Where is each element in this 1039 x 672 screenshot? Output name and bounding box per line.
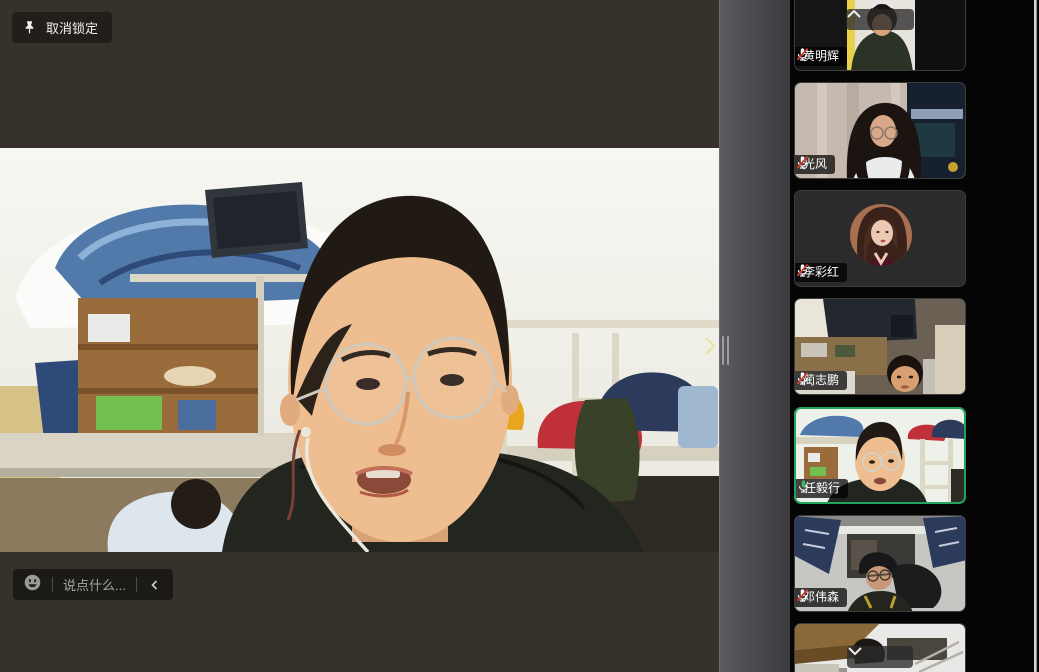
participants-sidebar: 黄明辉: [790, 0, 1039, 672]
chat-input-placeholder[interactable]: 说点什么...: [63, 575, 126, 594]
chat-divider: [136, 577, 137, 592]
participant-tile-active-speaker[interactable]: 任毅行: [794, 407, 966, 504]
participant-tile[interactable]: 光风: [794, 82, 966, 179]
splitter-grip-line[interactable]: [727, 336, 729, 365]
cancel-lock-label: 取消锁定: [46, 18, 98, 37]
scroll-up-button[interactable]: [846, 9, 914, 30]
participant-name-tag: 邓伟森: [795, 588, 847, 607]
chevron-left-icon[interactable]: [147, 579, 163, 591]
participant-name-tag: 李彩红: [795, 263, 847, 282]
panel-splitter[interactable]: [719, 0, 790, 672]
pushpin-icon: [22, 20, 37, 35]
participant-tile[interactable]: 蔺志鹏: [794, 298, 966, 395]
participant-tile[interactable]: [794, 623, 966, 672]
participant-name-tag: 蔺志鹏: [795, 371, 847, 390]
video-conference-window: 取消锁定 说点什么...: [0, 0, 1039, 672]
participant-name-tag: 黄明辉: [795, 47, 847, 66]
participant-tile[interactable]: 邓伟森: [794, 515, 966, 612]
cancel-lock-button[interactable]: 取消锁定: [12, 12, 112, 43]
main-speaker-video[interactable]: [0, 148, 719, 552]
participant-tile[interactable]: 李彩红: [794, 190, 966, 287]
main-stage: 取消锁定 说点什么...: [0, 0, 719, 672]
chat-quick-bar: 说点什么...: [13, 569, 173, 600]
splitter-grip-line[interactable]: [722, 336, 724, 365]
window-scrollbar[interactable]: [1034, 0, 1037, 672]
participant-name-tag: 任毅行: [796, 479, 848, 498]
participant-tile[interactable]: 黄明辉: [794, 0, 966, 71]
smiley-icon[interactable]: [23, 573, 42, 597]
chevron-right-icon[interactable]: [702, 335, 718, 362]
chat-divider: [52, 577, 53, 592]
participant-name-tag: 光风: [795, 155, 835, 174]
scroll-down-button[interactable]: [847, 646, 913, 668]
